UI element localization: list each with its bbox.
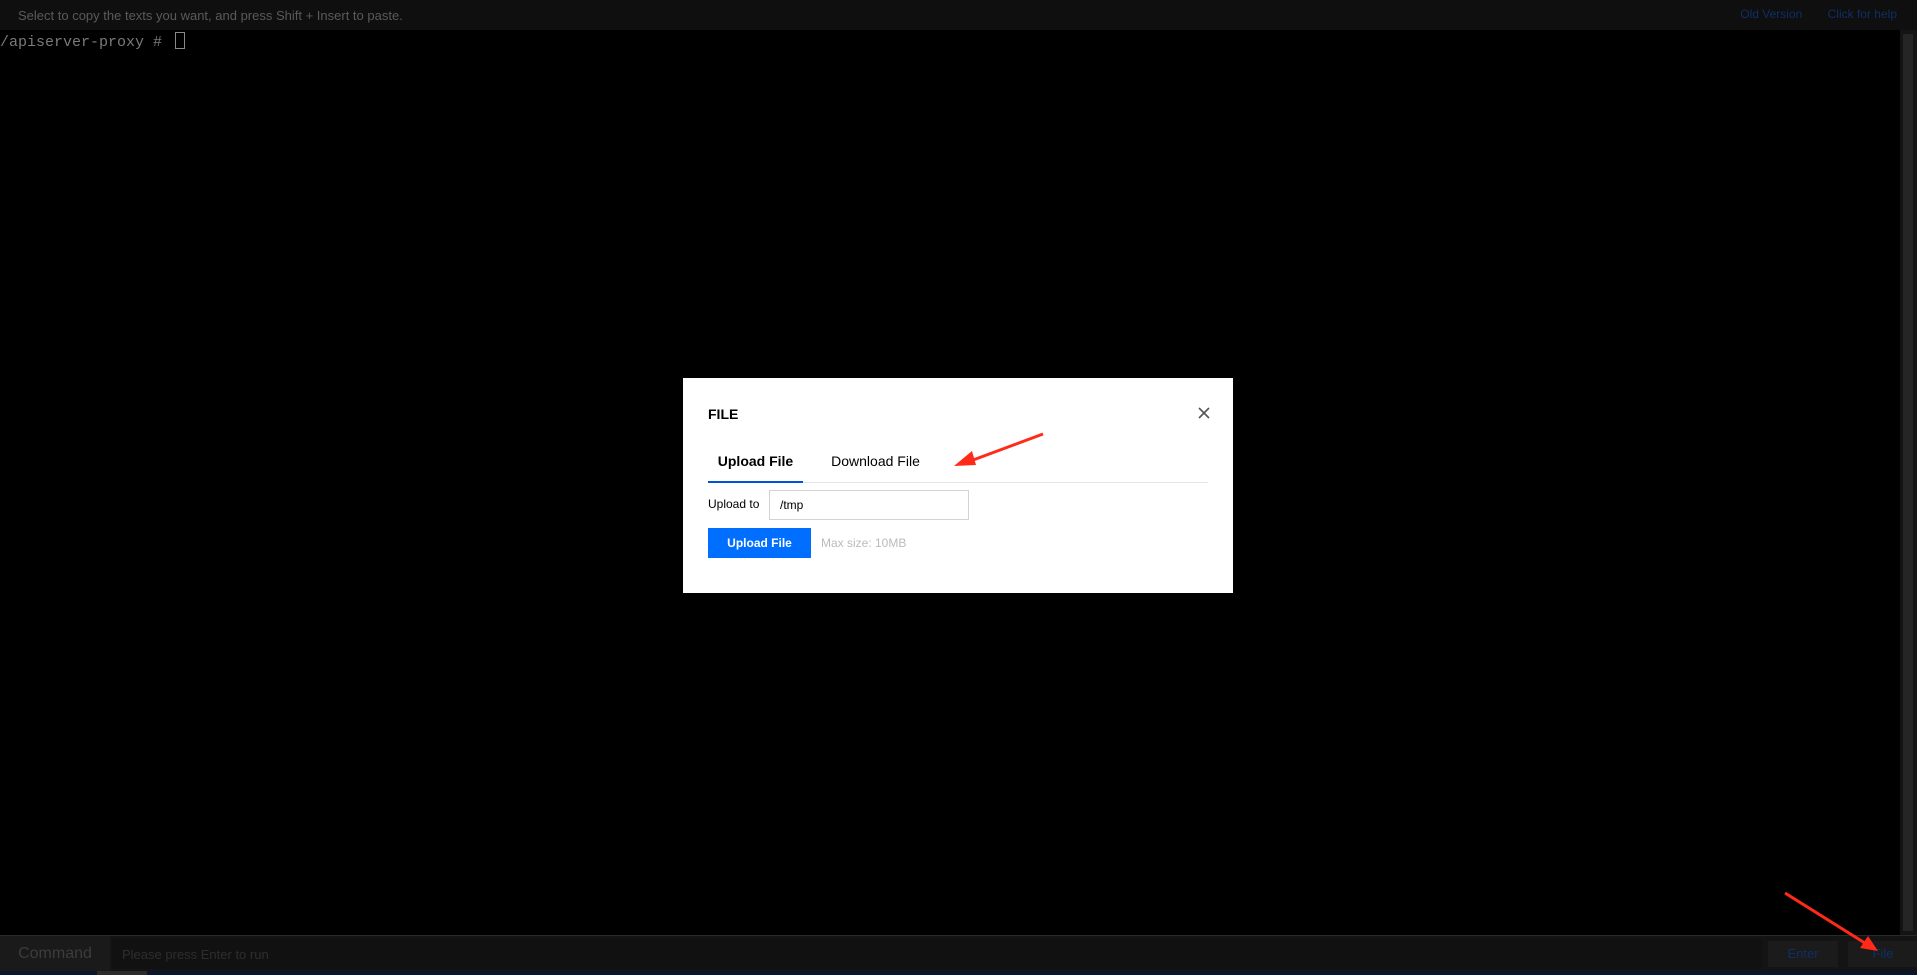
terminal-prompt: /apiserver-proxy #	[0, 34, 172, 51]
upload-to-label: Upload to	[708, 497, 760, 511]
enter-button[interactable]: Enter	[1768, 941, 1838, 967]
help-link[interactable]: Click for help	[1828, 7, 1897, 21]
scrollbar-thumb[interactable]	[1903, 34, 1913, 931]
upload-path-input[interactable]	[769, 490, 969, 520]
close-icon-svg	[1198, 407, 1210, 419]
terminal-vertical-scrollbar[interactable]	[1900, 30, 1917, 935]
tab-download-file[interactable]: Download File	[828, 452, 923, 481]
web-terminal-page: Select to copy the texts you want, and p…	[0, 0, 1917, 975]
command-label: Command	[0, 936, 110, 972]
close-icon[interactable]	[1195, 404, 1213, 422]
tab-upload-file[interactable]: Upload File	[708, 452, 803, 483]
old-version-link[interactable]: Old Version	[1740, 7, 1802, 21]
hint-bar: Select to copy the texts you want, and p…	[0, 0, 1917, 31]
command-bar: Command Enter File	[0, 935, 1917, 972]
terminal-cursor	[175, 32, 186, 49]
max-size-note: Max size: 10MB	[821, 536, 907, 550]
terminal-prompt-line: /apiserver-proxy #	[0, 32, 186, 51]
horizontal-scrollbar-thumb[interactable]	[97, 971, 147, 975]
file-button[interactable]: File	[1848, 941, 1917, 967]
dialog-title: FILE	[708, 406, 739, 422]
file-dialog: FILE Upload File Download File Upload to…	[683, 378, 1233, 593]
horizontal-scrollbar[interactable]	[0, 971, 1917, 975]
copy-paste-hint: Select to copy the texts you want, and p…	[18, 8, 403, 23]
upload-file-button[interactable]: Upload File	[708, 528, 811, 558]
command-input[interactable]	[112, 939, 1762, 969]
topbar-links: Old Version Click for help	[1718, 7, 1897, 21]
file-tabs: Upload File Download File	[708, 452, 1208, 483]
